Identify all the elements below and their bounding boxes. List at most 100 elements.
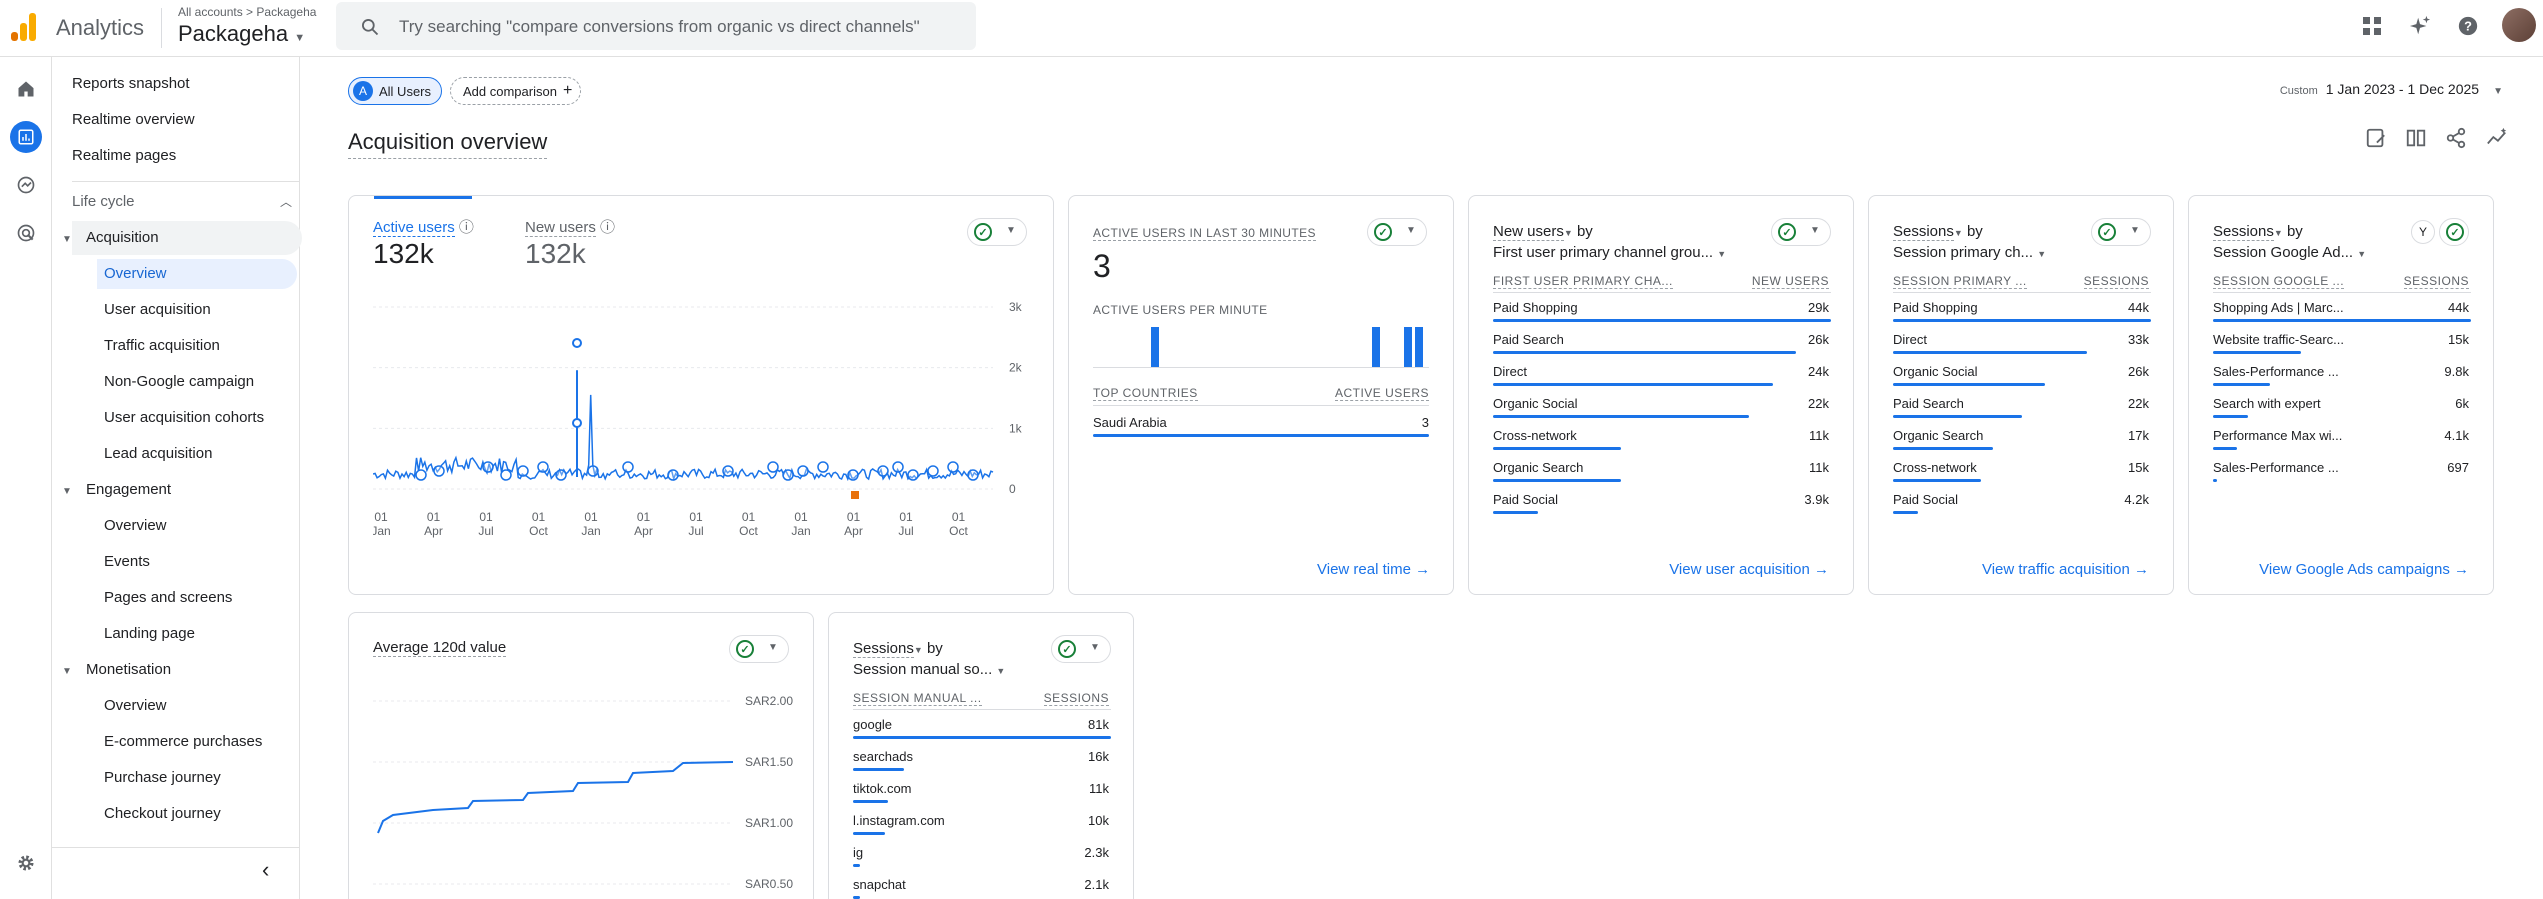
average-value-line-chart[interactable]: SAR2.00 SAR1.50 SAR1.00 SAR0.50 [373,683,803,899]
reports-icon[interactable] [10,121,42,153]
per-minute-chart[interactable] [1093,324,1429,368]
anomaly-marker[interactable] [967,469,979,481]
filter-icon[interactable]: Y [2411,220,2435,244]
insights-icon[interactable] [2485,127,2509,149]
anomaly-marker[interactable] [555,469,567,481]
nav-engagement-overview[interactable]: Overview [104,511,167,541]
nav-monetisation[interactable]: ▼ Monetisation [62,655,171,685]
anomaly-marker[interactable] [622,461,634,473]
card-status-dropdown[interactable]: ✓ ▼ [729,635,789,663]
nav-user-acquisition[interactable]: User acquisition [104,295,211,325]
card-status-dropdown[interactable]: ✓ ▼ [2091,218,2151,246]
view-report-link[interactable]: View user acquisition → [1669,561,1829,578]
anomaly-marker[interactable] [587,465,599,477]
series-line[interactable] [377,761,734,834]
nav-checkout-journey[interactable]: Checkout journey [104,799,221,829]
anomaly-marker[interactable] [415,469,427,481]
anomaly-marker[interactable] [722,465,734,477]
anomaly-marker[interactable] [892,461,904,473]
annotation-marker[interactable] [851,491,859,499]
collapse-chevron-icon[interactable]: ‹ [262,857,269,883]
crumb-all-accounts[interactable]: All accounts [178,5,243,19]
compare-icon[interactable] [2405,127,2427,149]
nav-pages-and-screens[interactable]: Pages and screens [104,583,232,613]
sparkle-icon[interactable] [2402,8,2438,44]
minute-bar[interactable] [1151,327,1159,367]
all-users-chip[interactable]: A All Users [348,77,443,105]
avatar[interactable] [2502,8,2536,42]
anomaly-marker[interactable] [667,469,679,481]
nav-non-google-campaign[interactable]: Non-Google campaign [104,367,254,397]
nav-acquisition-overview[interactable]: Overview [97,259,297,289]
home-icon[interactable] [10,73,42,105]
anomaly-marker[interactable] [877,465,889,477]
search-bar[interactable]: Try searching "compare conversions from … [336,2,976,50]
column-header-dimension[interactable]: Session primary ... [1893,274,2027,289]
anomaly-marker[interactable] [767,461,779,473]
share-icon[interactable] [2445,127,2467,149]
anomaly-marker[interactable] [817,461,829,473]
nav-ecommerce-purchases[interactable]: E-commerce purchases [104,727,262,757]
card-status-dropdown[interactable]: ✓ ▼ [967,218,1027,246]
card-status-dropdown[interactable]: ✓ ▼ [1771,218,1831,246]
anomaly-marker[interactable] [847,469,859,481]
nav-reports-snapshot[interactable]: Reports snapshot [72,69,190,99]
tab-new-users[interactable]: New users ⓘ [525,216,615,237]
nav-lead-acquisition[interactable]: Lead acquisition [104,439,212,469]
help-circle-icon[interactable]: ⓘ [459,219,474,236]
help-circle-icon[interactable]: ⓘ [600,219,615,236]
explore-icon[interactable] [10,169,42,201]
edit-report-icon[interactable] [2365,127,2387,149]
advertising-icon[interactable] [10,217,42,249]
card-status-dropdown[interactable]: ✓ ▼ [1367,218,1427,246]
dimension-selector[interactable]: First user primary channel grou... [1493,244,1713,261]
nav-acquisition[interactable]: ▼ Acquisition [62,223,159,253]
column-header-dimension[interactable]: First user primary cha... [1493,274,1673,289]
date-range-picker[interactable]: Custom 1 Jan 2023 - 1 Dec 2025 ▼ [2280,81,2503,97]
anomaly-marker[interactable] [433,465,445,477]
column-header-metric[interactable]: Sessions [2403,274,2469,289]
dimension-selector[interactable]: Session primary ch... [1893,244,2033,261]
anomaly-marker[interactable] [482,461,494,473]
column-header-dimension[interactable]: Session manual ... [853,691,982,706]
anomaly-marker[interactable] [927,465,939,477]
metric-selector[interactable]: New users [1493,223,1564,241]
nav-user-acquisition-cohorts[interactable]: User acquisition cohorts [104,403,264,433]
nav-traffic-acquisition[interactable]: Traffic acquisition [104,331,220,361]
settings-gear-icon[interactable] [10,847,42,879]
card-status-dropdown[interactable]: ✓ [2439,218,2469,246]
card-title[interactable]: Sessions▼ by Session primary ch... ▼ [1893,222,2046,264]
analytics-logo[interactable] [11,13,37,41]
account-breadcrumb[interactable]: All accounts > Packageha [178,5,316,19]
view-report-link[interactable]: View traffic acquisition → [1982,561,2149,578]
apps-grid-icon[interactable] [2354,8,2390,44]
property-selector[interactable]: Packageha ▼ [178,21,305,47]
anomaly-marker[interactable] [947,461,959,473]
metric-selector[interactable]: Sessions [853,640,914,658]
minute-bar[interactable] [1372,327,1380,367]
dimension-selector[interactable]: Session manual so... [853,661,992,678]
anomaly-marker[interactable] [572,418,582,428]
add-comparison-button[interactable]: Add comparison + [450,77,582,105]
help-icon[interactable]: ? [2450,8,2486,44]
column-header-metric[interactable]: Sessions [1043,691,1109,706]
anomaly-marker[interactable] [797,465,809,477]
tab-active-users[interactable]: Active users ⓘ [373,216,474,237]
anomaly-marker[interactable] [537,461,549,473]
card-title[interactable]: New users▼ by First user primary channel … [1493,222,1726,264]
card-title[interactable]: Sessions▼ by Session manual so... ▼ [853,639,1005,681]
column-header-metric[interactable]: Sessions [2083,274,2149,289]
anomaly-marker[interactable] [500,469,512,481]
anomaly-marker[interactable] [907,469,919,481]
card-title[interactable]: Sessions▼ by Session Google Ad... ▼ [2213,222,2366,264]
nav-realtime-overview[interactable]: Realtime overview [72,105,195,135]
minute-bar[interactable] [1404,327,1412,367]
minute-bar[interactable] [1415,327,1423,367]
crumb-account[interactable]: Packageha [256,5,316,19]
nav-engagement[interactable]: ▼ Engagement [62,475,171,505]
nav-realtime-pages[interactable]: Realtime pages [72,141,176,171]
nav-landing-page[interactable]: Landing page [104,619,195,649]
nav-events[interactable]: Events [104,547,150,577]
metric-selector[interactable]: Sessions [1893,223,1954,241]
view-real-time-link[interactable]: View real time → [1317,561,1430,578]
